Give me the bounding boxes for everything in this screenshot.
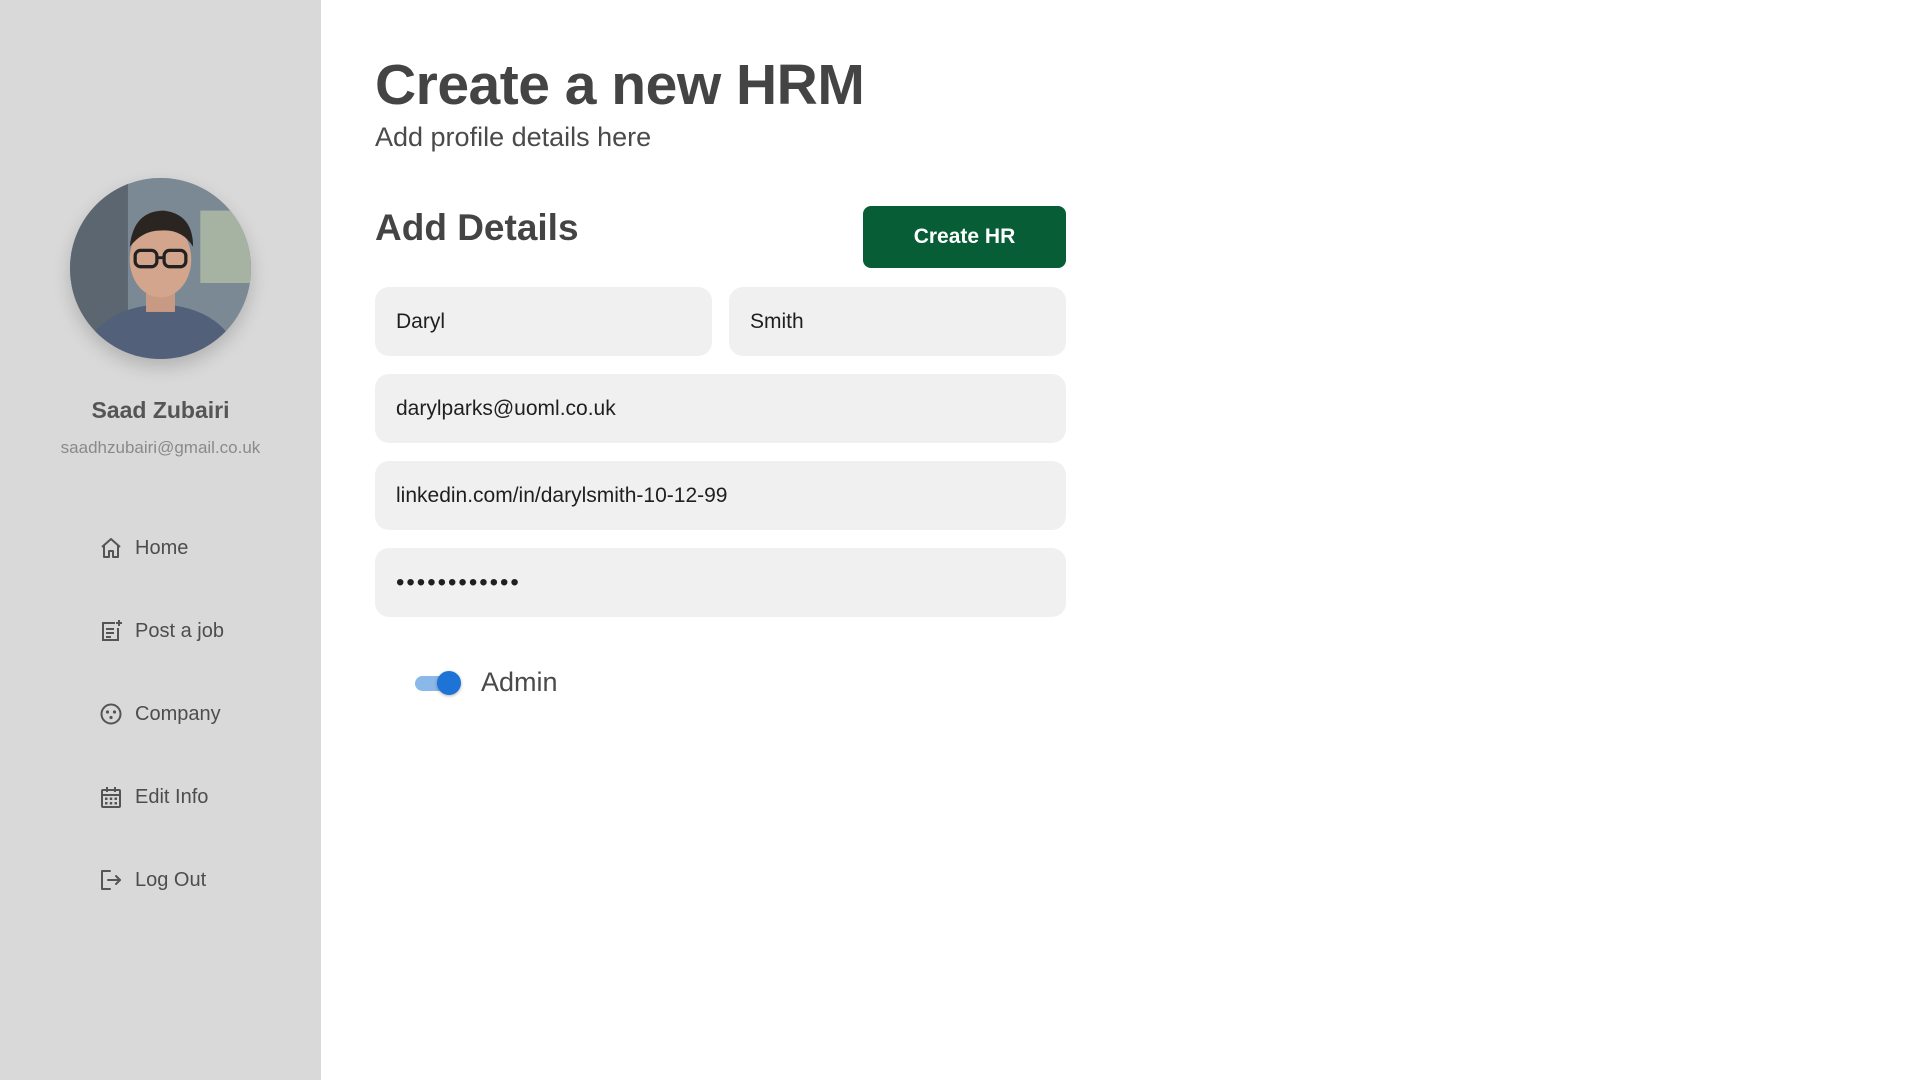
sidebar-item-edit-info[interactable]: Edit Info <box>99 774 224 820</box>
sidebar-item-label: Post a job <box>135 619 224 642</box>
password-field[interactable] <box>375 548 1066 617</box>
logout-icon <box>99 868 123 892</box>
calendar-icon <box>99 785 123 809</box>
linkedin-field[interactable] <box>375 461 1066 530</box>
sidebar-item-home[interactable]: Home <box>99 525 224 571</box>
create-hr-button[interactable]: Create HR <box>863 206 1066 268</box>
sidebar-item-post-job[interactable]: Post a job <box>99 608 224 654</box>
page-title: Create a new HRM <box>375 53 865 117</box>
sidebar-item-label: Edit Info <box>135 785 209 808</box>
sidebar-item-label: Log Out <box>135 868 207 891</box>
avatar[interactable] <box>70 178 251 359</box>
last-name-field[interactable] <box>729 287 1066 356</box>
email-field[interactable] <box>375 374 1066 443</box>
admin-toggle-label: Admin <box>481 667 558 697</box>
first-name-field[interactable] <box>375 287 712 356</box>
section-title: Add Details <box>375 207 579 248</box>
admin-toggle[interactable] <box>415 670 461 696</box>
admin-toggle-row: Admin <box>415 667 558 698</box>
sidebar: Saad Zubairi saadhzubairi@gmail.co.uk Ho… <box>0 0 321 1080</box>
page-subtitle: Add profile details here <box>375 122 652 152</box>
sidebar-item-label: Company <box>135 702 221 725</box>
company-icon <box>99 702 123 726</box>
sidebar-item-label: Home <box>135 536 189 559</box>
sidebar-item-logout[interactable]: Log Out <box>99 857 224 903</box>
home-icon <box>99 536 123 560</box>
user-photo-icon <box>70 178 251 359</box>
user-name: Saad Zubairi <box>91 397 230 423</box>
sidebar-nav: Home Post a job Company Edit Info Log Ou… <box>99 525 224 940</box>
post-job-icon <box>99 619 123 643</box>
user-email: saadhzubairi@gmail.co.uk <box>60 438 261 457</box>
sidebar-item-company[interactable]: Company <box>99 691 224 737</box>
toggle-thumb <box>437 670 461 695</box>
app: Saad Zubairi saadhzubairi@gmail.co.uk Ho… <box>0 0 1920 1080</box>
